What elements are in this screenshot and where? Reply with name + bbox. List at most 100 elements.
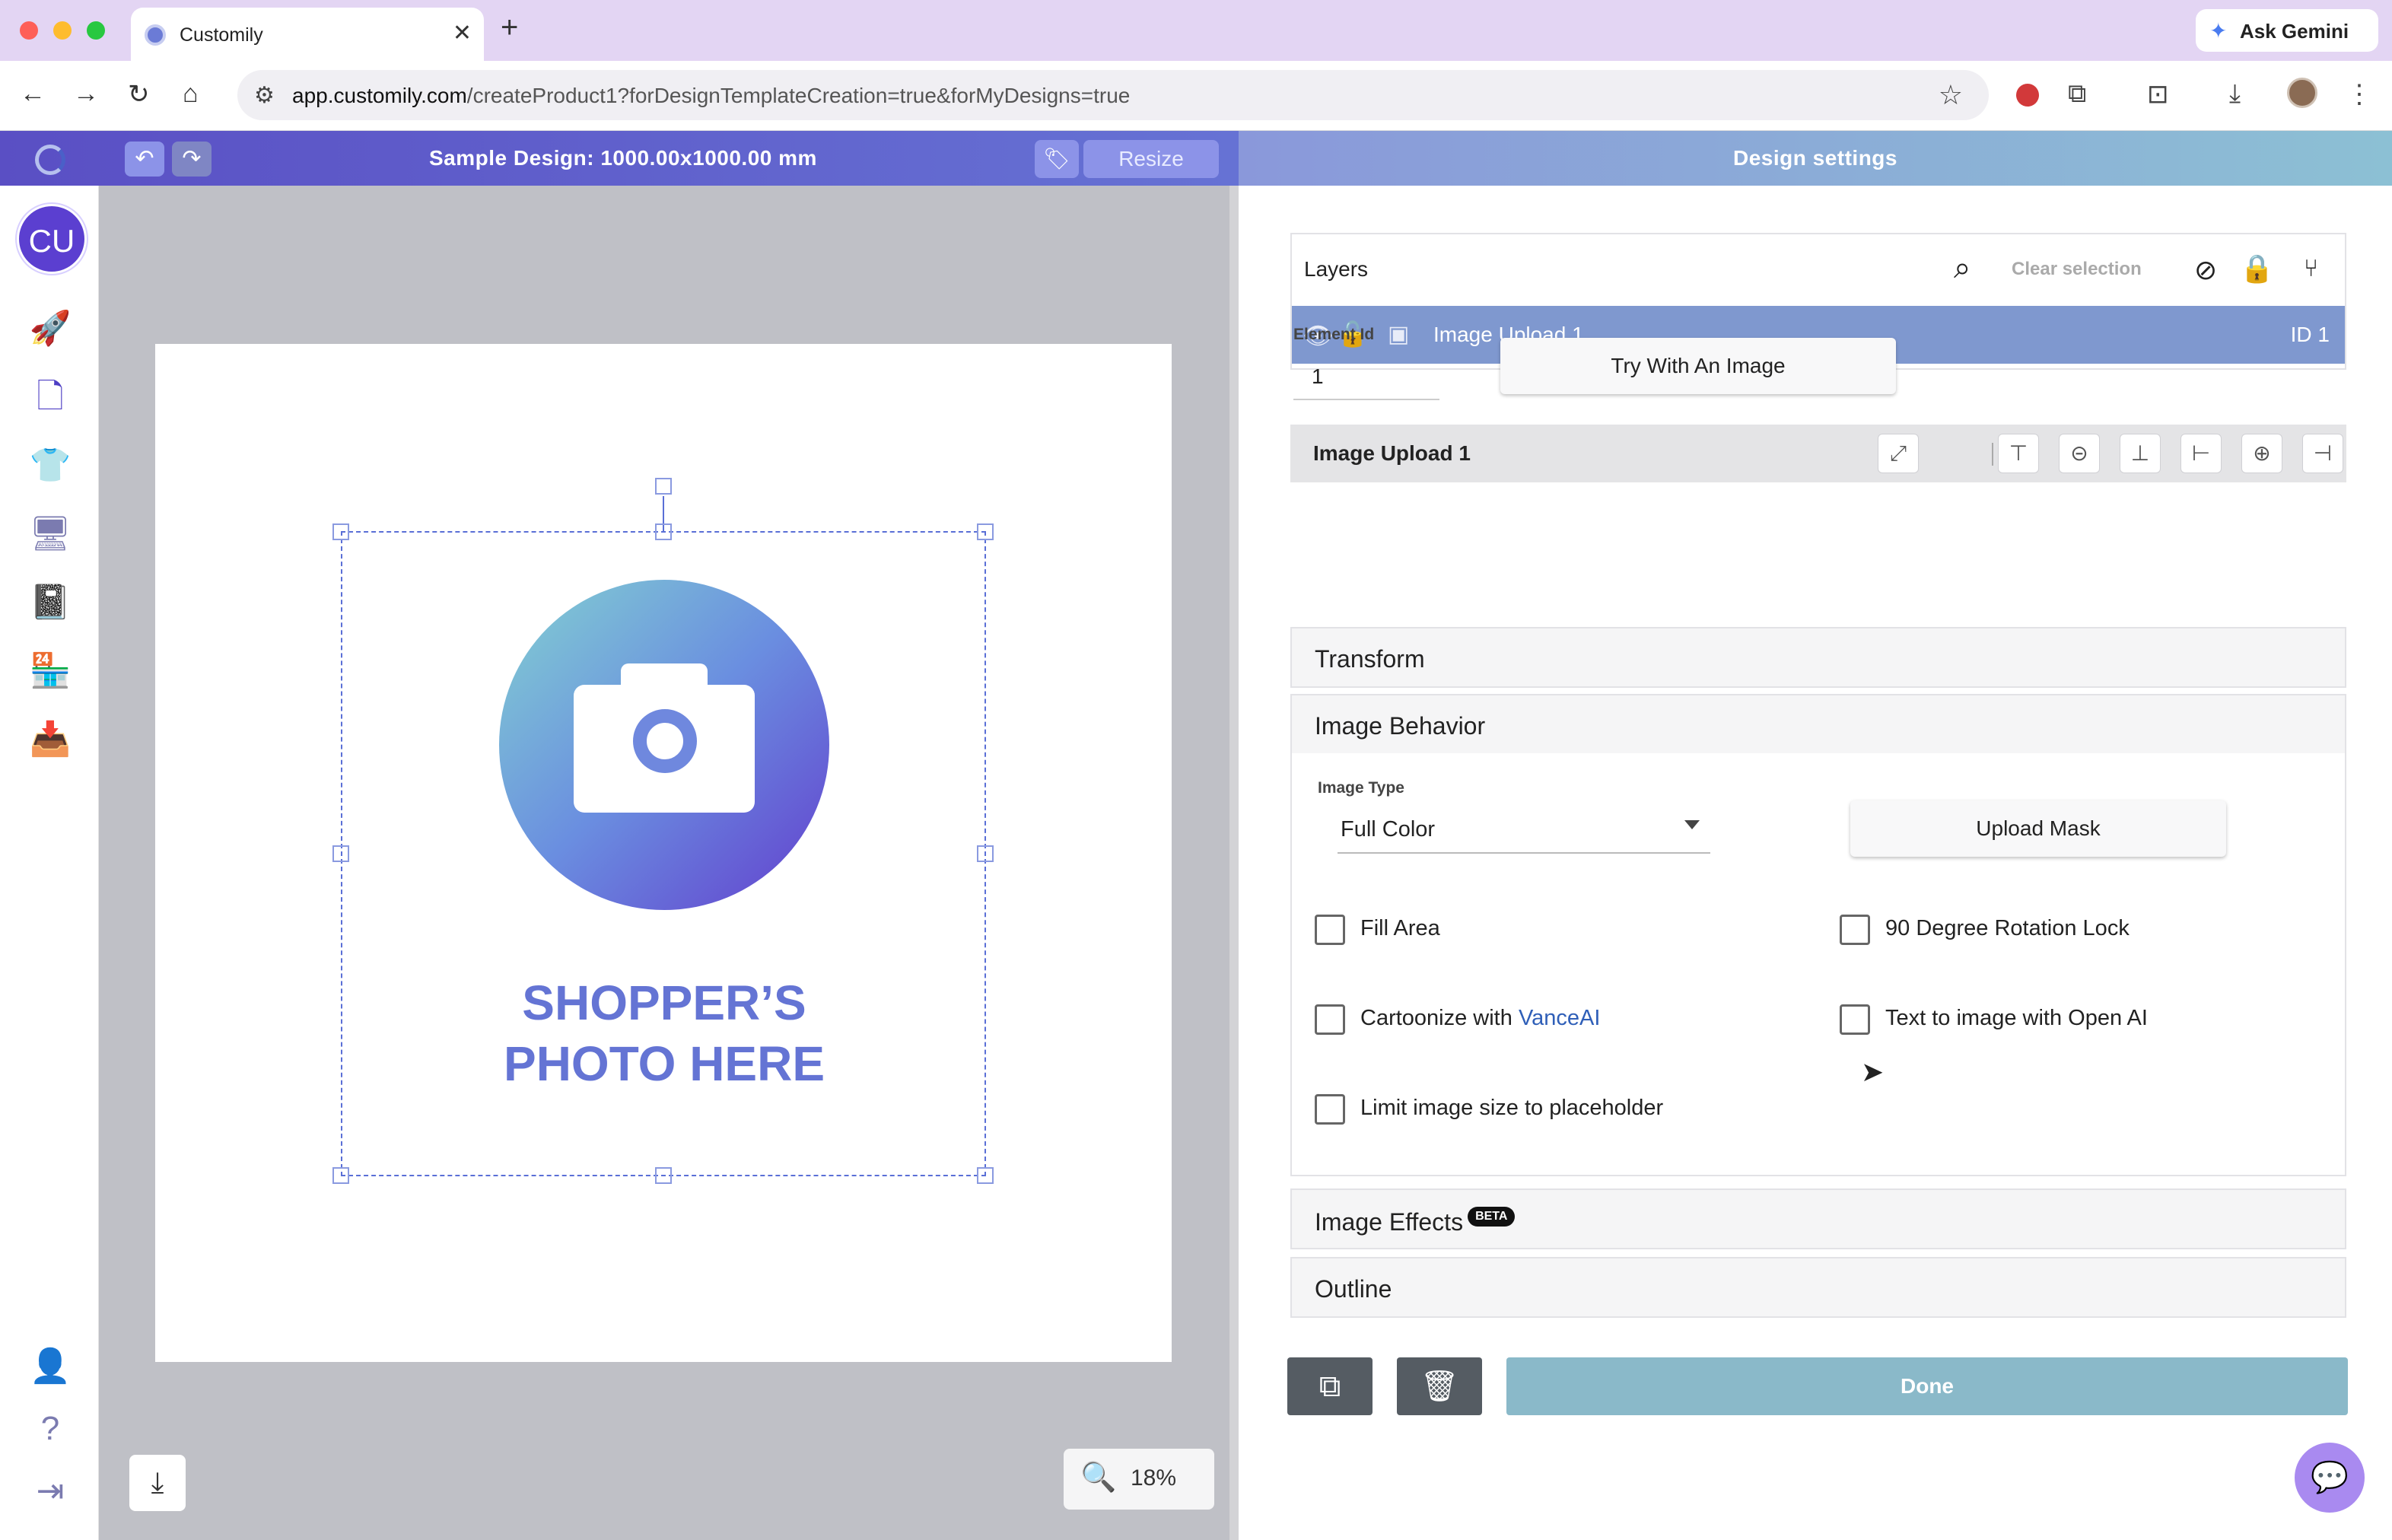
mouse-pointer-icon: ➤ (1861, 1056, 1885, 1087)
help-icon[interactable]: ? (27, 1406, 73, 1452)
chat-support-icon[interactable]: 💬 (2295, 1443, 2365, 1513)
layers-header: Layers ⌕ Clear selection ⊘ 🔒 ⑂ (1292, 234, 2345, 304)
url-text[interactable]: app.customily.com/createProduct1?forDesi… (292, 84, 1130, 108)
hide-all-eye-off-icon[interactable]: ⊘ (2194, 254, 2217, 286)
browser-menu-icon[interactable]: ⋮ (2346, 79, 2372, 110)
image-behavior-title: Image Behavior (1315, 712, 1486, 740)
layer-tree-icon[interactable]: ⑂ (2304, 254, 2318, 282)
fill-area-label: Fill Area (1360, 916, 1440, 940)
layers-search-icon[interactable]: ⌕ (1954, 251, 1971, 285)
resize-handle-w[interactable] (332, 845, 349, 862)
customily-logo-icon[interactable] (35, 145, 65, 175)
zoom-control[interactable]: 🔍 18% (1064, 1449, 1214, 1510)
fill-area-checkbox[interactable] (1315, 915, 1345, 945)
forward-arrow-icon[interactable]: → (73, 79, 99, 109)
try-with-image-button[interactable]: Try With An Image (1500, 338, 1896, 394)
document-icon[interactable]: 🗋 (27, 374, 73, 420)
outline-title: Outline (1315, 1275, 1392, 1303)
user-avatar[interactable]: CU (17, 204, 87, 274)
undo-button[interactable]: ↶ (125, 142, 164, 177)
image-effects-section[interactable]: Image Effects BETA (1290, 1188, 2346, 1249)
resize-handle-sw[interactable] (332, 1167, 349, 1184)
zoom-search-icon[interactable]: 🔍 (1080, 1461, 1116, 1494)
back-arrow-icon[interactable]: ← (20, 79, 46, 109)
done-button[interactable]: Done (1506, 1357, 2348, 1415)
logout-icon[interactable]: ⇥ (27, 1468, 73, 1514)
image-type-select[interactable]: Full Color (1338, 803, 1710, 854)
window-maximize-button[interactable] (87, 21, 105, 40)
design-settings-header: Design settings (1239, 131, 2392, 186)
left-sidebar: CU 🚀 🗋 👕 🖥 📓 🏪 📥 👤 ? ⇥ (0, 186, 99, 1540)
layer-image-icon: ▣ (1388, 322, 1410, 347)
align-right-icon[interactable]: ⊣ (2302, 434, 2343, 473)
element-id-input[interactable] (1293, 355, 1439, 400)
design-title: Sample Design: 1000.00x1000.00 mm (429, 146, 817, 170)
new-tab-button[interactable]: + (501, 11, 518, 45)
duplicate-button[interactable]: ⧉ (1287, 1357, 1373, 1415)
align-bottom-icon[interactable]: ⊥ (2120, 434, 2161, 473)
customily-favicon-icon (145, 24, 166, 46)
ask-gemini-button[interactable]: ✦ Ask Gemini (2196, 9, 2378, 52)
vanceai-link[interactable]: VanceAI (1519, 1006, 1600, 1030)
address-bar[interactable]: ⚙ app.customily.com/createProduct1?forDe… (237, 70, 1989, 120)
store-icon[interactable]: 🏪 (27, 648, 73, 694)
tab-close-icon[interactable]: ✕ (453, 20, 472, 46)
window-close-button[interactable] (20, 21, 38, 40)
rotation-lock-label: 90 Degree Rotation Lock (1885, 916, 2130, 940)
text-to-image-label: Text to image with Open AI (1885, 1006, 2148, 1030)
tag-button[interactable]: 🏷 (1035, 140, 1079, 178)
site-settings-icon[interactable]: ⚙ (254, 82, 275, 109)
home-icon[interactable]: ⌂ (183, 79, 199, 109)
outline-section[interactable]: Outline (1290, 1257, 2346, 1318)
layers-title: Layers (1304, 257, 1369, 281)
tab-search-icon[interactable]: ⊡ (2147, 79, 2169, 110)
clear-selection-button[interactable]: Clear selection (2012, 259, 2142, 280)
profile-avatar[interactable] (2287, 78, 2317, 108)
limit-size-checkbox[interactable] (1315, 1094, 1345, 1125)
align-middle-icon[interactable]: ⊝ (2059, 434, 2100, 473)
extensions-puzzle-icon[interactable]: ⧉ (2068, 79, 2086, 109)
align-top-icon[interactable]: ⊤ (1998, 434, 2039, 473)
inbox-icon[interactable]: 📥 (27, 717, 73, 762)
text-to-image-checkbox[interactable] (1840, 1004, 1870, 1035)
browser-tab-bar: Customily ✕ + ✦ Ask Gemini (0, 0, 2392, 61)
resize-handle-ne[interactable] (977, 523, 994, 540)
redo-button[interactable]: ↷ (172, 142, 212, 177)
resize-handle-s[interactable] (655, 1167, 672, 1184)
monitor-icon[interactable]: 🖥 (27, 511, 73, 557)
bookmark-star-icon[interactable]: ☆ (1939, 79, 1963, 111)
book-icon[interactable]: 📓 (27, 580, 73, 625)
canvas-scrollbar[interactable] (1229, 186, 1239, 1540)
download-button[interactable]: ⤓ (129, 1455, 186, 1511)
delete-button[interactable]: 🗑 (1397, 1357, 1482, 1415)
tshirt-icon[interactable]: 👕 (27, 443, 73, 488)
cartoonize-checkbox[interactable] (1315, 1004, 1345, 1035)
element-id-label: Element Id (1293, 326, 1375, 343)
downloads-icon[interactable]: ⤓ (2229, 79, 2241, 109)
limit-size-label: Limit image size to placeholder (1360, 1096, 1664, 1120)
gemini-sparkle-icon: ✦ (2209, 19, 2228, 43)
align-left-icon[interactable]: ⊢ (2180, 434, 2222, 473)
upload-mask-button[interactable]: Upload Mask (1850, 800, 2226, 857)
trash-icon: 🗑 (1420, 1370, 1459, 1403)
align-center-icon[interactable]: ⊕ (2241, 434, 2282, 473)
window-minimize-button[interactable] (53, 21, 72, 40)
rotate-handle[interactable] (655, 478, 672, 495)
resize-handle-n[interactable] (655, 523, 672, 540)
image-behavior-section[interactable]: Image Behavior (1290, 694, 2346, 755)
rotation-lock-checkbox[interactable] (1840, 915, 1870, 945)
reload-icon[interactable]: ↻ (128, 79, 150, 110)
lock-all-icon[interactable]: 🔒 (2240, 253, 2274, 285)
user-settings-icon[interactable]: 👤 (27, 1344, 73, 1389)
rocket-icon[interactable]: 🚀 (27, 306, 73, 352)
resize-handle-se[interactable] (977, 1167, 994, 1184)
resize-handle-e[interactable] (977, 845, 994, 862)
extension-red-icon[interactable] (2016, 84, 2039, 107)
fit-to-canvas-icon[interactable]: ⤢ (1878, 434, 1919, 473)
placeholder-text: SHOPPER’S PHOTO HERE (456, 972, 872, 1094)
browser-tab[interactable]: Customily ✕ (131, 8, 484, 61)
transform-section[interactable]: Transform (1290, 627, 2346, 688)
resize-button[interactable]: Resize (1083, 140, 1219, 178)
camera-lens (633, 709, 697, 773)
resize-handle-nw[interactable] (332, 523, 349, 540)
